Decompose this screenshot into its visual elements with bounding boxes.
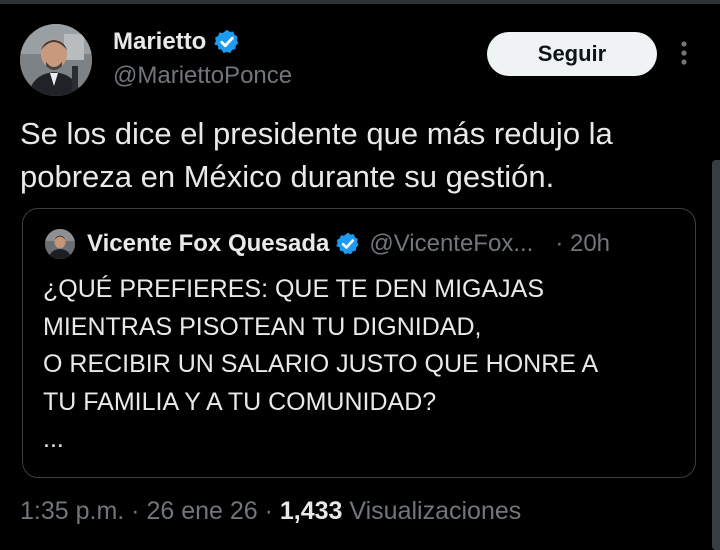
follow-button[interactable]: Seguir [487, 32, 657, 76]
quoted-tweet[interactable]: Vicente Fox Quesada @VicenteFox... · 20h… [22, 208, 696, 478]
meta-separator: · [124, 497, 147, 525]
author-display-name[interactable]: Marietto [113, 28, 206, 56]
quoted-tweet-text: ¿QUÉ PREFIERES: QUE TE DEN MIGAJAS MIENT… [43, 275, 599, 453]
quoted-author-handle[interactable]: @VicenteFox... [369, 230, 533, 258]
tweet-metadata: 1:35 p.m. · 26 ene 26 · 1,433 Visualizac… [20, 497, 521, 526]
more-vertical-icon[interactable] [676, 40, 692, 66]
quoted-verified-badge-icon [336, 232, 359, 255]
top-divider [0, 0, 720, 4]
tweet-text: Se los dice el presidente que más redujo… [20, 116, 613, 194]
views-label: Visualizaciones [342, 497, 522, 525]
scrollbar[interactable] [712, 160, 720, 550]
meta-separator: · [257, 497, 280, 525]
views-count: 1,433 [279, 497, 343, 525]
quoted-avatar-photo [45, 229, 75, 259]
tweet-date[interactable]: 26 ene 26 [146, 497, 257, 525]
verified-badge-icon [214, 29, 239, 53]
quoted-author-display-name[interactable]: Vicente Fox Quesada [87, 230, 329, 258]
quoted-author-avatar[interactable] [45, 229, 75, 259]
avatar-photo [20, 24, 92, 96]
tweet-time[interactable]: 1:35 p.m. [20, 497, 124, 525]
author-handle[interactable]: @MariettoPonce [113, 62, 292, 90]
tweet-header: Marietto @MariettoPonce Seguir [20, 24, 700, 96]
author-avatar[interactable] [20, 24, 92, 96]
quoted-timestamp[interactable]: · 20h [555, 230, 610, 258]
